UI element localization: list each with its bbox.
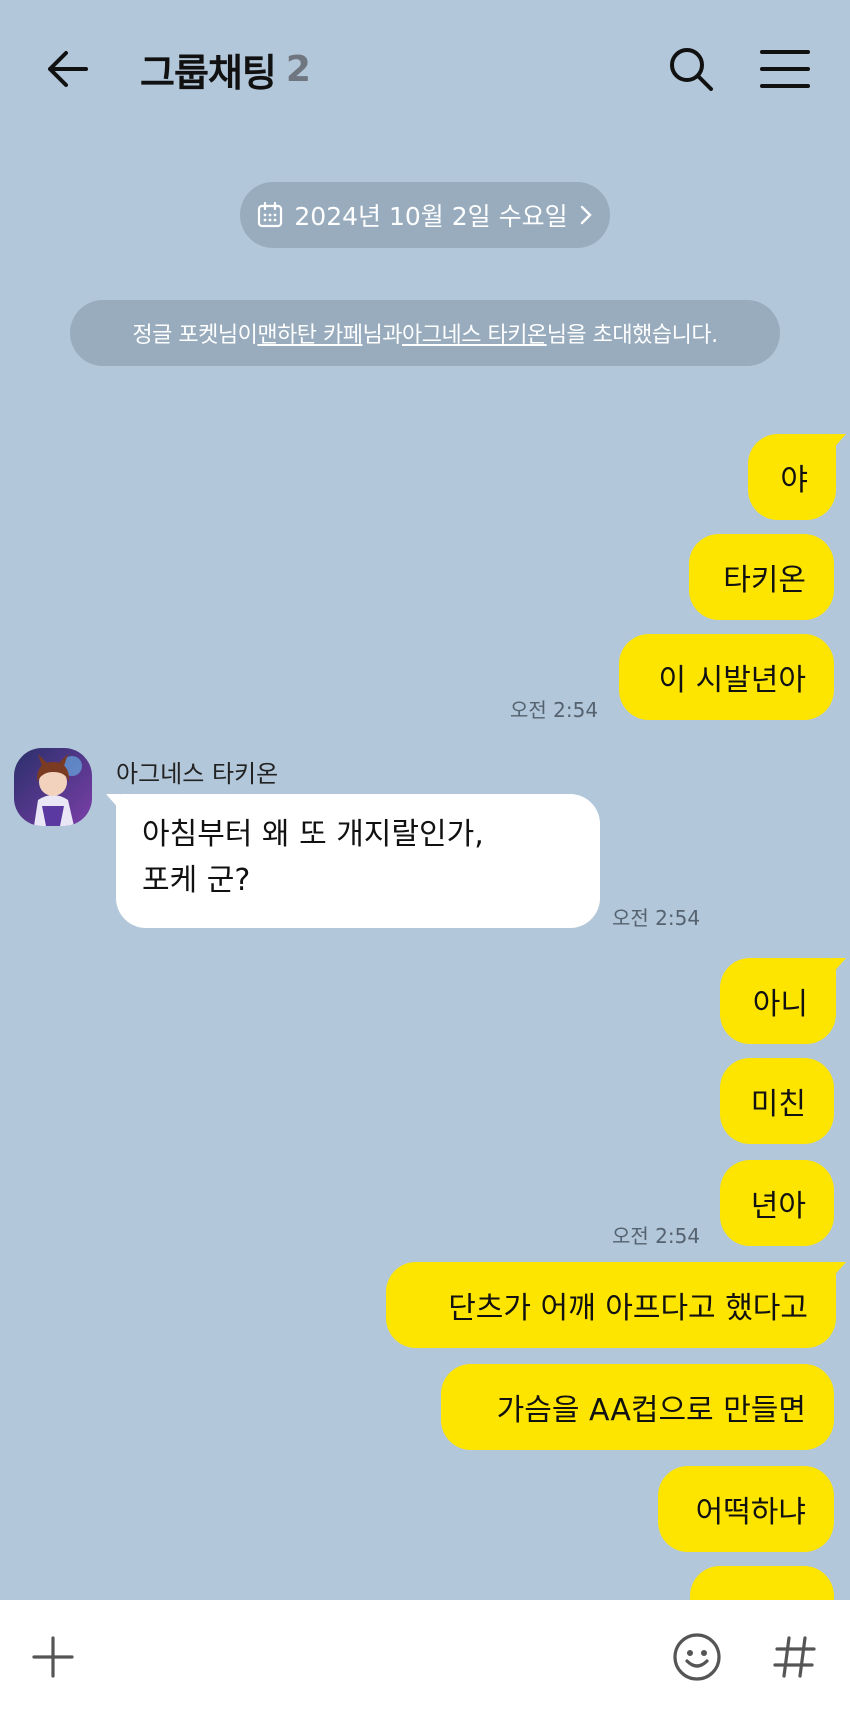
hashtag-icon [773, 1636, 816, 1678]
my-message-bubble[interactable]: 가슴을 AA컵으로 만들면 [441, 1364, 834, 1450]
chat-header: 그룹채팅 2 [0, 0, 850, 136]
avatar[interactable] [14, 748, 92, 826]
their-message-bubble[interactable]: 아침부터 왜 또 개지랄인가, 포케 군? [106, 794, 600, 928]
search-button[interactable] [664, 42, 718, 96]
chat-title-group: 그룹채팅 2 [140, 42, 311, 96]
back-arrow-icon [48, 51, 88, 87]
profile-picture [14, 748, 92, 826]
my-message-bubble[interactable]: 년아 [720, 1160, 834, 1246]
message-input-bar [0, 1600, 850, 1713]
my-message-bubble[interactable]: 단츠가 어깨 아프다고 했다고 [386, 1262, 846, 1348]
emoji-icon [673, 1633, 721, 1681]
message-line: 포케 군? [142, 863, 251, 898]
notice-between: 님과 [362, 323, 403, 348]
message-text: 단츠가 어깨 아프다고 했다고 [448, 1291, 808, 1326]
date-label: 2024년 10월 2일 수요일 [294, 202, 568, 231]
message-text: 타키온 [723, 563, 806, 598]
message-timestamp: 오전 2:54 [612, 1224, 701, 1248]
date-divider[interactable]: 2024년 10월 2일 수요일 [240, 182, 610, 248]
my-message-bubble[interactable]: 아니 [720, 958, 846, 1044]
notice-inviter: 정글 포켓님이 [132, 323, 258, 348]
calendar-icon [258, 201, 283, 228]
message-text: 어떡하냐 [695, 1495, 806, 1530]
message-text: 이 시발년아 [658, 663, 806, 698]
message-text: 가슴을 AA컵으로 만들면 [496, 1393, 806, 1428]
menu-button[interactable] [756, 42, 814, 96]
invitee-link-1[interactable]: 맨하탄 카페 [257, 317, 363, 349]
hamburger-menu-icon [760, 50, 810, 88]
message-line: 아침부터 왜 또 개지랄인가, [142, 817, 484, 852]
sender-name: 아그네스 타키온 [116, 760, 279, 788]
my-message-bubble[interactable]: 어떡하냐 [658, 1466, 834, 1552]
my-message-bubble[interactable]: 야 [748, 434, 846, 520]
my-message-bubble[interactable]: 미친 [720, 1058, 834, 1144]
notice-suffix: 님을 초대했습니다. [546, 323, 718, 348]
message-text: 아니 [752, 987, 808, 1022]
chat-title: 그룹채팅 [140, 50, 277, 95]
my-message-bubble[interactable]: 이 시발년아 [619, 634, 834, 720]
message-text: 년아 [750, 1189, 806, 1224]
member-count: 2 [285, 48, 311, 90]
message-text: 야 [780, 463, 808, 498]
plus-icon [32, 1636, 74, 1678]
attach-button[interactable] [28, 1632, 78, 1682]
my-message-bubble[interactable]: 타키온 [689, 534, 834, 620]
invitee-link-2[interactable]: 아그네스 타키온 [402, 317, 547, 349]
back-button[interactable] [42, 42, 96, 96]
system-invite-notice: 정글 포켓님이 맨하탄 카페 님과 아그네스 타키온 님을 초대했습니다. [70, 300, 780, 366]
hashtag-button[interactable] [768, 1630, 822, 1684]
message-timestamp: 오전 2:54 [612, 906, 701, 930]
emoji-button[interactable] [670, 1630, 724, 1684]
search-icon [670, 48, 713, 91]
message-text: 미친 [750, 1087, 806, 1122]
chevron-right-icon [580, 205, 592, 225]
message-timestamp: 오전 2:54 [510, 698, 599, 722]
